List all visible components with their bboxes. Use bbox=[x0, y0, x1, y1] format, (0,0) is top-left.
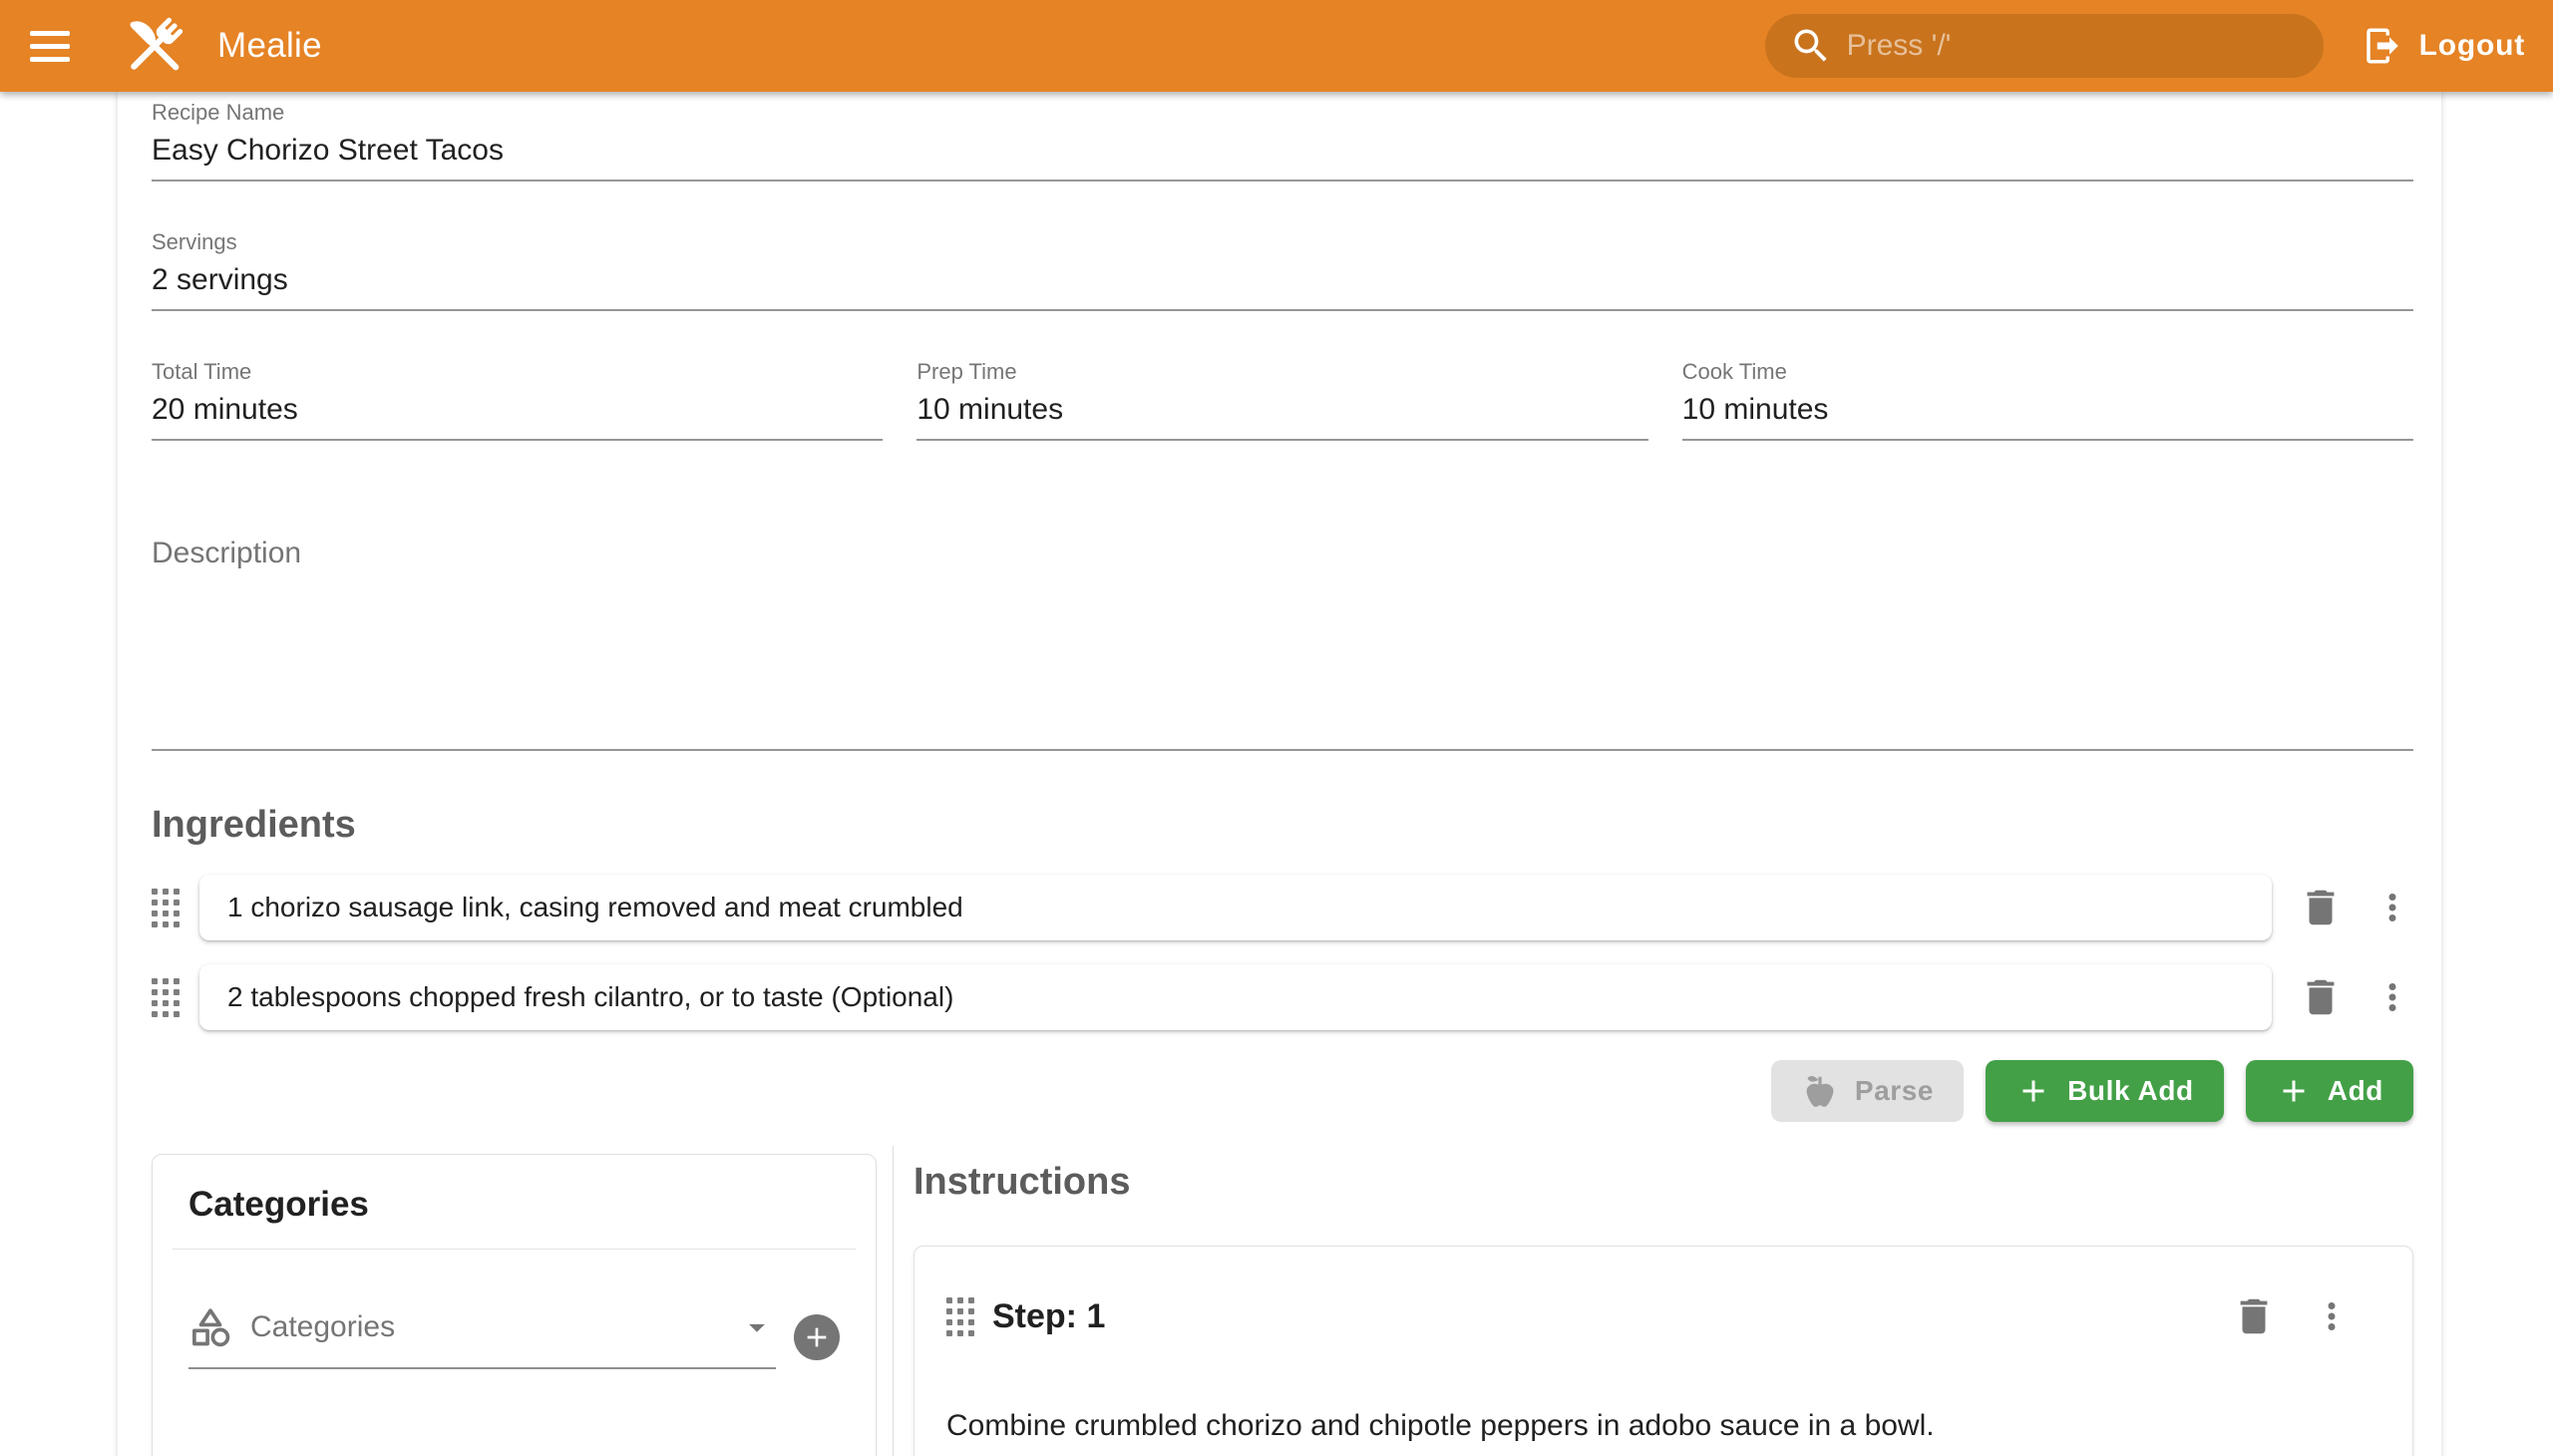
prep-time-input[interactable]: 10 minutes bbox=[916, 389, 1647, 431]
categories-column: Categories Categories bbox=[152, 1146, 893, 1456]
recipe-name-label: Recipe Name bbox=[152, 100, 2413, 126]
recipe-form-card: Recipe Name Easy Chorizo Street Tacos Se… bbox=[118, 92, 2441, 1456]
categories-divider bbox=[173, 1249, 856, 1250]
drag-handle-icon[interactable] bbox=[152, 889, 180, 927]
times-row: Total Time 20 minutes Prep Time 10 minut… bbox=[152, 359, 2413, 441]
trash-icon bbox=[2298, 974, 2344, 1020]
servings-label: Servings bbox=[152, 229, 2413, 255]
prep-time-field: Prep Time 10 minutes bbox=[916, 359, 1647, 441]
step-header: Step: 1 bbox=[946, 1288, 2353, 1344]
plus-icon bbox=[2276, 1073, 2312, 1109]
instructions-heading: Instructions bbox=[913, 1160, 2413, 1204]
logout-icon bbox=[2362, 25, 2403, 67]
instructions-column: Instructions Step: 1 bbox=[894, 1146, 2413, 1456]
delete-ingredient-button[interactable] bbox=[2298, 974, 2344, 1020]
step-title: Step: 1 bbox=[992, 1297, 2231, 1336]
add-category-button[interactable] bbox=[794, 1314, 840, 1360]
cook-time-input[interactable]: 10 minutes bbox=[1682, 389, 2413, 431]
app-bar: Mealie Logout bbox=[0, 0, 2553, 92]
logout-label: Logout bbox=[2419, 29, 2525, 63]
parse-label: Parse bbox=[1855, 1075, 1934, 1107]
total-time-input[interactable]: 20 minutes bbox=[152, 389, 883, 431]
total-time-field: Total Time 20 minutes bbox=[152, 359, 883, 441]
search-box[interactable] bbox=[1765, 14, 2324, 78]
ingredient-actions: Parse Bulk Add Add bbox=[152, 1060, 2413, 1122]
delete-ingredient-button[interactable] bbox=[2298, 885, 2344, 930]
servings-input[interactable]: 2 servings bbox=[152, 259, 2413, 301]
logout-button[interactable]: Logout bbox=[2362, 25, 2525, 67]
prep-time-label: Prep Time bbox=[916, 359, 1647, 385]
menu-icon[interactable] bbox=[30, 23, 76, 69]
step-text-input[interactable]: Combine crumbled chorizo and chipotle pe… bbox=[946, 1406, 2353, 1446]
recipe-name-field: Recipe Name Easy Chorizo Street Tacos bbox=[152, 100, 2413, 182]
bottom-section: Categories Categories bbox=[152, 1146, 2413, 1456]
step-card: Step: 1 Combine crumbled chorizo bbox=[913, 1246, 2413, 1456]
description-field: Description bbox=[152, 536, 2413, 751]
categories-select-row: Categories bbox=[188, 1305, 840, 1369]
bulk-add-label: Bulk Add bbox=[2067, 1075, 2194, 1107]
ingredient-menu-button[interactable] bbox=[2371, 887, 2413, 928]
add-label: Add bbox=[2328, 1075, 2383, 1107]
shapes-icon bbox=[188, 1305, 232, 1349]
categories-select-label: Categories bbox=[250, 1310, 720, 1344]
search-input[interactable] bbox=[1847, 29, 2300, 63]
ingredients-heading: Ingredients bbox=[152, 803, 2413, 847]
trash-icon bbox=[2231, 1293, 2277, 1339]
ingredient-row: 2 tablespoons chopped fresh cilantro, or… bbox=[152, 964, 2413, 1030]
recipe-name-input[interactable]: Easy Chorizo Street Tacos bbox=[152, 130, 2413, 172]
ingredient-input[interactable]: 1 chorizo sausage link, casing removed a… bbox=[199, 875, 2272, 940]
cook-time-label: Cook Time bbox=[1682, 359, 2413, 385]
kebab-menu-icon bbox=[2371, 976, 2413, 1018]
chevron-down-icon bbox=[738, 1308, 776, 1346]
plus-icon bbox=[801, 1321, 833, 1353]
servings-field: Servings 2 servings bbox=[152, 229, 2413, 311]
plus-icon bbox=[2015, 1073, 2051, 1109]
drag-handle-icon[interactable] bbox=[946, 1297, 974, 1336]
delete-step-button[interactable] bbox=[2231, 1293, 2277, 1339]
description-input[interactable] bbox=[152, 571, 2413, 741]
kebab-menu-icon bbox=[2311, 1295, 2353, 1337]
apple-icon bbox=[1801, 1072, 1839, 1110]
ingredient-input[interactable]: 2 tablespoons chopped fresh cilantro, or… bbox=[199, 964, 2272, 1030]
step-menu-button[interactable] bbox=[2311, 1295, 2353, 1337]
bulk-add-button[interactable]: Bulk Add bbox=[1986, 1060, 2224, 1122]
description-label: Description bbox=[152, 536, 2413, 571]
drag-handle-icon[interactable] bbox=[152, 978, 180, 1017]
parse-button[interactable]: Parse bbox=[1771, 1060, 1964, 1122]
categories-select[interactable]: Categories bbox=[188, 1305, 776, 1369]
mealie-recipe-editor: Mealie Logout Recipe Name Easy Chorizo S… bbox=[0, 0, 2553, 1456]
add-button[interactable]: Add bbox=[2246, 1060, 2413, 1122]
kebab-menu-icon bbox=[2371, 887, 2413, 928]
total-time-label: Total Time bbox=[152, 359, 883, 385]
categories-card: Categories Categories bbox=[152, 1154, 877, 1456]
app-title: Mealie bbox=[217, 26, 322, 66]
cook-time-field: Cook Time 10 minutes bbox=[1682, 359, 2413, 441]
search-icon bbox=[1789, 24, 1833, 68]
categories-card-title: Categories bbox=[153, 1155, 876, 1249]
ingredient-menu-button[interactable] bbox=[2371, 976, 2413, 1018]
ingredient-row: 1 chorizo sausage link, casing removed a… bbox=[152, 875, 2413, 940]
mealie-logo-icon bbox=[118, 9, 191, 83]
trash-icon bbox=[2298, 885, 2344, 930]
